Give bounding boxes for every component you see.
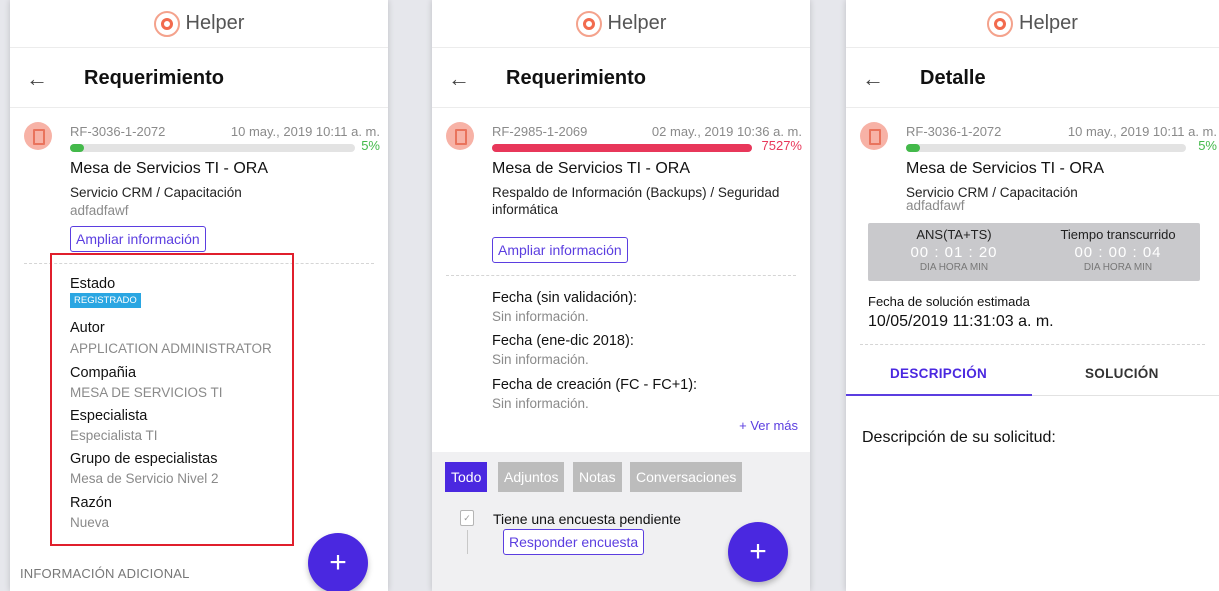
- request-description: adfadfawf: [70, 203, 129, 218]
- progress-fill: [70, 144, 84, 152]
- survey-pending-text: Tiene una encuesta pendiente: [493, 511, 681, 527]
- ans-time: 00 : 01 : 20: [910, 244, 998, 261]
- ans-units: DIA HORA MIN: [919, 262, 989, 273]
- add-fab-button[interactable]: +: [308, 533, 368, 591]
- app-header: Helper: [432, 0, 810, 48]
- responder-encuesta-button[interactable]: Responder encuesta: [503, 529, 645, 555]
- page-title: Detalle: [920, 67, 986, 89]
- app-name: Helper: [607, 12, 667, 34]
- title-bar: ← Detalle: [846, 50, 1219, 108]
- fecha-ene-dic-value: Sin información.: [492, 352, 589, 367]
- solution-date-label: Fecha de solución estimada: [868, 294, 1030, 309]
- elapsed-timer: Tiempo transcurrido 00 : 00 : 04 DIA HOR…: [1038, 223, 1198, 273]
- divider: [446, 275, 796, 276]
- active-tab-indicator: [846, 394, 1032, 396]
- progress-label: 7527%: [761, 138, 802, 153]
- description-heading: Descripción de su solicitud:: [862, 429, 1056, 446]
- fecha-creacion-value: Sin información.: [492, 396, 589, 411]
- fecha-sin-validacion-value: Sin información.: [492, 309, 589, 324]
- helper-logo-icon: [153, 10, 180, 37]
- screen-detalle: Helper ← Detalle RF-3036-1-2072 10 may.,…: [846, 0, 1219, 591]
- divider: [860, 344, 1205, 345]
- title-bar: ← Requerimiento: [432, 50, 810, 108]
- request-card: RF-2985-1-2069 02 may., 2019 10:36 a. m.…: [446, 116, 802, 266]
- page-title: Requerimiento: [84, 67, 225, 89]
- request-id: RF-3036-1-2072: [906, 124, 1002, 139]
- ver-mas-link[interactable]: + Ver más: [739, 418, 798, 433]
- elapsed-title: Tiempo transcurrido: [1060, 227, 1176, 242]
- request-description: adfadfawf: [906, 198, 965, 213]
- ampliar-informacion-button[interactable]: Ampliar información: [70, 226, 206, 252]
- tab-notas[interactable]: Notas: [573, 462, 622, 492]
- helper-logo-icon: [987, 10, 1014, 37]
- title-bar: ← Requerimiento: [10, 50, 388, 108]
- screen-requerimiento-1: Helper ← Requerimiento RF-3036-1-2072 10…: [10, 0, 388, 591]
- service-desk: Mesa de Servicios TI - ORA: [906, 160, 1104, 177]
- progress-label: 5%: [1198, 138, 1217, 153]
- request-avatar-icon: [24, 122, 52, 150]
- app-name: Helper: [185, 12, 245, 34]
- elapsed-units: DIA HORA MIN: [1083, 262, 1153, 273]
- tab-solucion[interactable]: SOLUCIÓN: [1085, 366, 1159, 381]
- app-header: Helper: [10, 0, 388, 48]
- fecha-sin-validacion-label: Fecha (sin validación):: [492, 290, 638, 306]
- service-desk: Mesa de Servicios TI - ORA: [70, 160, 268, 177]
- request-avatar-icon: [860, 122, 888, 150]
- tab-conversaciones[interactable]: Conversaciones: [630, 462, 743, 492]
- request-card: RF-3036-1-2072 10 may., 2019 10:11 a. m.…: [24, 116, 380, 256]
- back-arrow-icon[interactable]: ←: [26, 67, 48, 90]
- app-header: Helper: [846, 0, 1219, 48]
- informacion-adicional-header: INFORMACIÓN ADICIONAL: [20, 566, 190, 581]
- service-desk: Mesa de Servicios TI - ORA: [492, 160, 690, 177]
- highlight-box: [50, 253, 294, 546]
- request-card: RF-3036-1-2072 10 may., 2019 10:11 a. m.…: [860, 116, 1217, 216]
- ans-timer: ANS(TA+TS) 00 : 01 : 20 DIA HORA MIN: [874, 223, 1034, 273]
- ans-title: ANS(TA+TS): [916, 227, 992, 242]
- request-date: 10 may., 2019 10:11 a. m.: [1067, 124, 1217, 139]
- ampliar-informacion-button[interactable]: Ampliar información: [492, 237, 628, 263]
- back-arrow-icon[interactable]: ←: [862, 67, 884, 90]
- progress-fill: [492, 144, 752, 152]
- solution-date-value: 10/05/2019 11:31:03 a. m.: [868, 313, 1054, 330]
- survey-icon: ✓: [460, 510, 474, 526]
- app-name: Helper: [1019, 12, 1078, 34]
- helper-logo-icon: [575, 10, 602, 37]
- page-title: Requerimiento: [506, 67, 647, 89]
- screen-requerimiento-2: Helper ← Requerimiento RF-2985-1-2069 02…: [432, 0, 810, 591]
- progress-bar: [906, 144, 1186, 152]
- timeline-line: [467, 530, 468, 554]
- add-fab-button[interactable]: +: [728, 522, 788, 582]
- progress-bar: [70, 144, 355, 152]
- progress-label: 5%: [361, 138, 380, 153]
- request-date: 02 may., 2019 10:36 a. m.: [651, 124, 802, 139]
- back-arrow-icon[interactable]: ←: [448, 67, 470, 90]
- progress-bar: [492, 144, 752, 152]
- request-id: RF-3036-1-2072: [70, 124, 166, 139]
- request-avatar-icon: [446, 122, 474, 150]
- fecha-creacion-label: Fecha de creación (FC - FC+1):: [492, 377, 698, 393]
- tab-todo[interactable]: Todo: [445, 462, 488, 492]
- request-id: RF-2985-1-2069: [492, 124, 588, 139]
- elapsed-time: 00 : 00 : 04: [1074, 244, 1162, 261]
- service-category: Servicio CRM / Capacitación: [70, 185, 242, 200]
- tab-adjuntos[interactable]: Adjuntos: [498, 462, 565, 492]
- progress-fill: [906, 144, 920, 152]
- sla-timers-panel: ANS(TA+TS) 00 : 01 : 20 DIA HORA MIN Tie…: [868, 223, 1200, 281]
- fecha-ene-dic-label: Fecha (ene-dic 2018):: [492, 333, 634, 349]
- service-category: Respaldo de Información (Backups) / Segu…: [492, 185, 780, 217]
- request-date: 10 may., 2019 10:11 a. m.: [230, 124, 380, 139]
- tab-descripcion[interactable]: DESCRIPCIÓN: [890, 366, 987, 381]
